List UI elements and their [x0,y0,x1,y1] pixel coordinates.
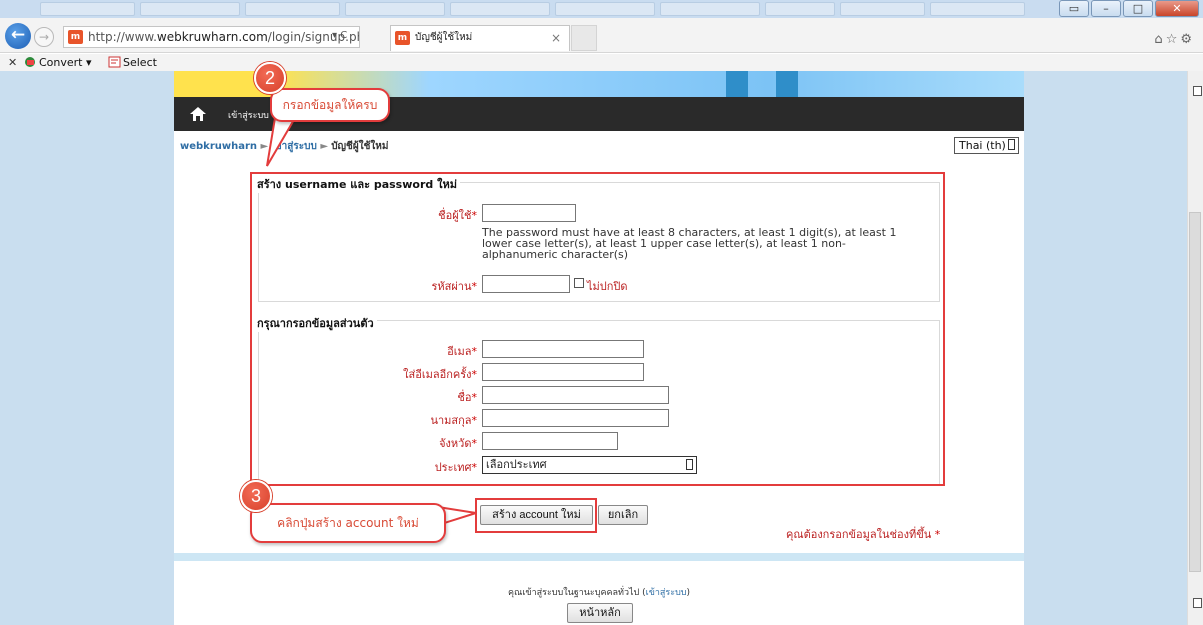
background-tab[interactable] [660,2,760,16]
star-icon[interactable]: ☆ [1166,32,1181,47]
scrollbar-thumb[interactable] [1189,212,1201,572]
background-tab[interactable] [930,2,1025,16]
maximize-button[interactable]: □ [1123,0,1153,17]
footer-login-link[interactable]: เข้าสู่ระบบ [646,588,687,598]
home-icon[interactable] [189,105,207,123]
close-window-button[interactable]: ✕ [1155,0,1199,17]
convert-label: Convert [39,56,83,69]
footer-divider [174,553,1024,561]
address-bar[interactable]: m http://www.webkruwharn.com/login/signu… [63,26,360,48]
guest-status-text: คุณเข้าสู่ระบบในฐานะบุคคลทั่วไป (เข้าสู่… [507,588,691,598]
url-prefix: http://www. [88,30,157,44]
form-highlight-frame [250,172,945,486]
breadcrumb-home[interactable]: webkruwharn [180,141,257,152]
background-tab[interactable] [140,2,240,16]
new-tab-button[interactable] [571,25,597,51]
background-tab[interactable] [555,2,655,16]
callout-fill-info: กรอกข้อมูลให้ครบ [270,88,390,122]
site-favicon-icon: m [68,30,83,44]
callout-click-button: คลิกปุ่มสร้าง account ใหม่ [250,503,446,543]
button-highlight-frame [475,498,597,533]
select-label: Select [123,56,157,69]
language-select[interactable]: Thai (th) [954,137,1019,154]
callout-tail [266,118,297,167]
dropdown-icon [1008,139,1015,150]
command-bar: ✕ Convert ▾ Select [0,54,1203,71]
background-tab[interactable] [450,2,550,16]
tab-favicon-icon: m [395,31,410,45]
home-icon[interactable]: ⌂ [1154,32,1165,47]
restore-window-button[interactable]: ▭ [1059,0,1089,17]
forward-arrow-icon[interactable]: → [34,27,54,47]
convert-icon [25,57,35,67]
minimize-button[interactable]: – [1091,0,1121,17]
banner-decoration [726,71,748,97]
url-domain: webkruwharn.com [156,30,268,44]
active-tab[interactable]: m บัญชีผู้ใช้ใหม่ × [390,25,570,51]
browser-navigation-bar: ← → m http://www.webkruwharn.com/login/s… [0,18,1203,53]
banner-decoration [776,71,798,97]
convert-button[interactable]: Convert ▾ [24,54,92,71]
cancel-button[interactable]: ยกเลิก [598,505,648,525]
back-arrow-icon[interactable]: ← [5,23,31,49]
step-3-badge: 3 [240,480,272,512]
background-tab[interactable] [840,2,925,16]
language-value: Thai (th) [959,139,1006,152]
refresh-icon[interactable]: ▾ C [332,30,347,41]
browser-tab-strip: ▭ – □ ✕ [0,0,1203,18]
breadcrumb-separator: ► [320,141,332,152]
background-tab[interactable] [345,2,445,16]
select-button[interactable]: Select [108,54,157,71]
background-tab[interactable] [40,2,135,16]
edge-checkbox [1193,86,1202,96]
breadcrumb-current: บัญชีผู้ใช้ใหม่ [331,141,389,152]
window-controls: ▭ – □ ✕ [1059,0,1199,17]
close-toolbar-icon[interactable]: ✕ [8,54,17,71]
select-icon [108,56,121,68]
step-2-badge: 2 [254,62,286,94]
browser-right-icons: ⌂☆⚙ [1154,32,1195,47]
tab-close-icon[interactable]: × [551,26,561,50]
gear-icon[interactable]: ⚙ [1180,32,1195,47]
tab-title: บัญชีผู้ใช้ใหม่ [415,32,473,43]
home-button[interactable]: หน้าหลัก [567,603,633,623]
background-tab[interactable] [245,2,340,16]
background-tab[interactable] [765,2,835,16]
nav-login-link[interactable]: เข้าสู่ระบบ [228,108,269,122]
required-fields-note: คุณต้องกรอกข้อมูลในช่องที่ขึ้น * [786,528,941,541]
edge-checkbox [1193,598,1202,608]
